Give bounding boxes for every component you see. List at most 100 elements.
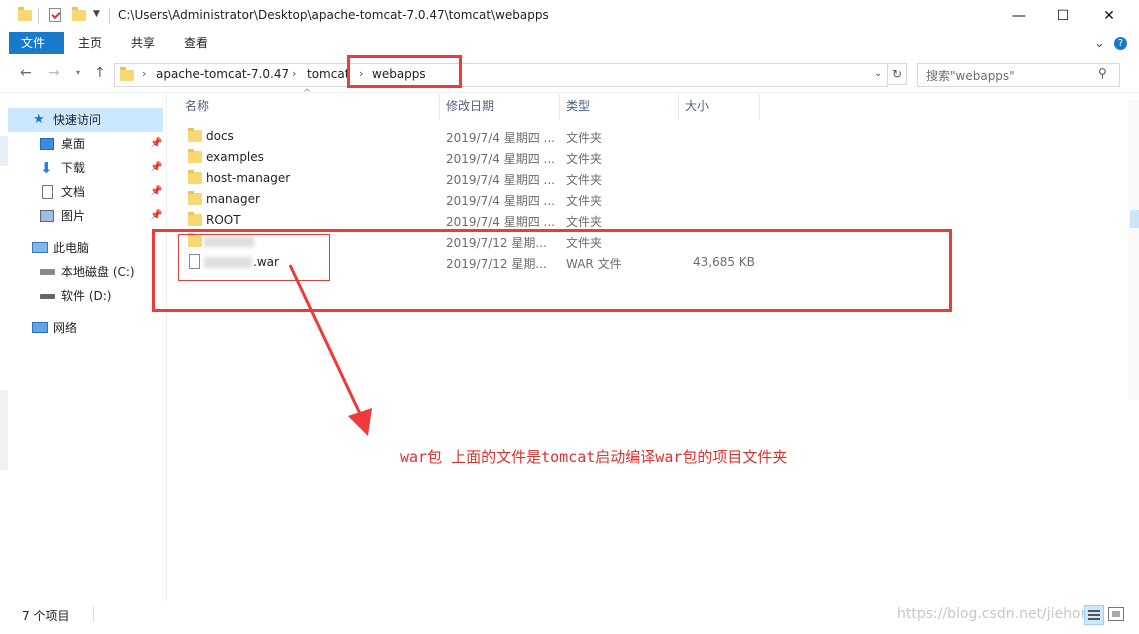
ribbon xyxy=(0,32,1139,56)
folder-icon xyxy=(188,191,202,205)
sidebar-item-documents[interactable]: 文档 📌 xyxy=(0,180,166,204)
ribbon-expand-icon[interactable]: ⌄ xyxy=(1094,36,1105,51)
drive-icon xyxy=(40,269,55,275)
tab-share[interactable]: 共享 xyxy=(119,32,167,54)
desktop-icon xyxy=(40,138,54,150)
file-row-root[interactable]: ROOT 2019/7/4 星期四 ... 文件夹 xyxy=(178,210,758,231)
file-name: ROOT xyxy=(206,213,241,227)
sidebar-item-label: 图片 xyxy=(61,209,86,223)
pin-icon[interactable]: 📌 xyxy=(150,132,162,156)
column-header-type[interactable]: 类型 xyxy=(566,94,590,118)
folder-icon[interactable] xyxy=(18,7,32,21)
column-divider[interactable] xyxy=(559,94,560,120)
chevron-down-icon[interactable]: ▼ xyxy=(93,9,100,19)
folder-icon xyxy=(120,67,134,81)
sidebar-item-label: 桌面 xyxy=(61,137,86,151)
annotation-text: war包 上面的文件是tomcat启动编译war包的项目文件夹 xyxy=(400,448,788,466)
file-type: 文件夹 xyxy=(566,152,603,166)
background-window-highlight xyxy=(1130,210,1139,228)
sidebar-item-quick-access[interactable]: ★ 快速访问 xyxy=(8,108,163,132)
toolbar-divider xyxy=(109,8,110,24)
pin-icon[interactable]: 📌 xyxy=(150,180,162,204)
column-header-name[interactable]: 名称 xyxy=(185,94,209,118)
new-folder-icon[interactable] xyxy=(72,7,86,21)
watermark-text: https://blog.csdn.net/jiehong xyxy=(897,606,1099,622)
close-button[interactable]: ✕ xyxy=(1086,0,1132,32)
background-window-edge xyxy=(1128,100,1139,400)
sort-ascending-icon[interactable]: ^ xyxy=(303,88,311,99)
crumb-separator-icon[interactable]: › xyxy=(292,67,296,80)
file-date: 2019/7/4 星期四 ... xyxy=(446,152,555,166)
details-view-icon[interactable] xyxy=(1084,605,1104,625)
folder-icon xyxy=(188,149,202,163)
file-name: manager xyxy=(206,192,260,206)
sidebar-item-network[interactable]: 网络 xyxy=(0,316,166,340)
sidebar-item-this-pc[interactable]: 此电脑 xyxy=(0,236,166,260)
back-arrow-icon[interactable]: ← xyxy=(20,65,32,81)
forward-arrow-icon[interactable]: → xyxy=(48,65,60,81)
arrow-line xyxy=(288,264,364,419)
address-dropdown-icon[interactable]: ⌄ xyxy=(874,68,882,79)
file-type: 文件夹 xyxy=(566,173,603,187)
pin-icon[interactable]: 📌 xyxy=(150,204,162,228)
large-icons-view-icon[interactable] xyxy=(1108,607,1124,621)
refresh-icon[interactable]: ↻ xyxy=(887,63,907,85)
column-divider[interactable] xyxy=(439,94,440,120)
maximize-button[interactable]: ☐ xyxy=(1040,0,1086,32)
folder-icon xyxy=(188,128,202,142)
file-type: 文件夹 xyxy=(566,131,603,145)
window-title: C:\Users\Administrator\Desktop\apache-to… xyxy=(118,8,549,22)
status-divider xyxy=(93,606,94,622)
recent-locations-icon[interactable]: ▾ xyxy=(76,68,80,77)
file-row-docs[interactable]: docs 2019/7/4 星期四 ... 文件夹 xyxy=(178,126,758,147)
properties-icon[interactable] xyxy=(49,8,61,22)
file-date: 2019/7/4 星期四 ... xyxy=(446,215,555,229)
crumb-separator-icon[interactable]: › xyxy=(142,67,146,80)
sidebar-item-label: 快速访问 xyxy=(53,113,102,127)
file-row-host-manager[interactable]: host-manager 2019/7/4 星期四 ... 文件夹 xyxy=(178,168,758,189)
tab-view[interactable]: 查看 xyxy=(172,32,220,54)
column-divider[interactable] xyxy=(678,94,679,120)
background-window-edge xyxy=(0,390,8,470)
breadcrumb-tomcat[interactable]: tomcat xyxy=(307,67,349,81)
drive-icon xyxy=(40,294,55,299)
tab-file[interactable]: 文件 xyxy=(9,32,64,54)
picture-icon xyxy=(40,210,54,222)
sidebar-item-pictures[interactable]: 图片 📌 xyxy=(0,204,166,228)
sidebar-item-label: 软件 (D:) xyxy=(61,289,112,303)
search-icon[interactable]: ⚲ xyxy=(1098,66,1107,80)
toolbar-divider xyxy=(38,8,39,24)
pin-icon[interactable]: 📌 xyxy=(150,156,162,180)
sidebar-item-label: 下载 xyxy=(61,161,86,175)
column-divider[interactable] xyxy=(759,94,760,120)
computer-icon xyxy=(32,242,48,253)
folder-icon xyxy=(188,170,202,184)
column-header-size[interactable]: 大小 xyxy=(685,94,709,118)
column-header-modified[interactable]: 修改日期 xyxy=(446,94,494,118)
breadcrumb-apache-tomcat[interactable]: apache-tomcat-7.0.47 xyxy=(156,67,289,81)
background-window-edge xyxy=(0,136,8,166)
up-arrow-icon[interactable]: ↑ xyxy=(94,65,106,81)
file-date: 2019/7/4 星期四 ... xyxy=(446,194,555,208)
item-count: 7 个项目 xyxy=(22,609,70,623)
tab-home[interactable]: 主页 xyxy=(66,32,114,54)
network-icon xyxy=(32,322,48,333)
sidebar-item-local-disk[interactable]: 本地磁盘 (C:) xyxy=(0,260,166,284)
download-arrow-icon: ⬇ xyxy=(40,159,53,177)
annotation-box-webapps xyxy=(347,55,462,88)
help-icon[interactable]: ? xyxy=(1114,37,1127,50)
file-date: 2019/7/4 星期四 ... xyxy=(446,173,555,187)
sidebar-item-label: 此电脑 xyxy=(53,241,90,255)
sidebar-item-label: 本地磁盘 (C:) xyxy=(61,265,135,279)
annotation-arrow xyxy=(288,264,372,436)
search-placeholder: 搜索"webapps" xyxy=(926,69,1015,83)
file-row-examples[interactable]: examples 2019/7/4 星期四 ... 文件夹 xyxy=(178,147,758,168)
sidebar-item-downloads[interactable]: ⬇ 下载 📌 xyxy=(0,156,166,180)
file-row-manager[interactable]: manager 2019/7/4 星期四 ... 文件夹 xyxy=(178,189,758,210)
folder-icon xyxy=(188,212,202,226)
file-name: examples xyxy=(206,150,264,164)
sidebar-item-soft-disk[interactable]: 软件 (D:) xyxy=(0,284,166,308)
sidebar-item-label: 网络 xyxy=(53,321,78,335)
minimize-button[interactable]: — xyxy=(996,0,1042,32)
sidebar-item-desktop[interactable]: 桌面 📌 xyxy=(0,132,166,156)
